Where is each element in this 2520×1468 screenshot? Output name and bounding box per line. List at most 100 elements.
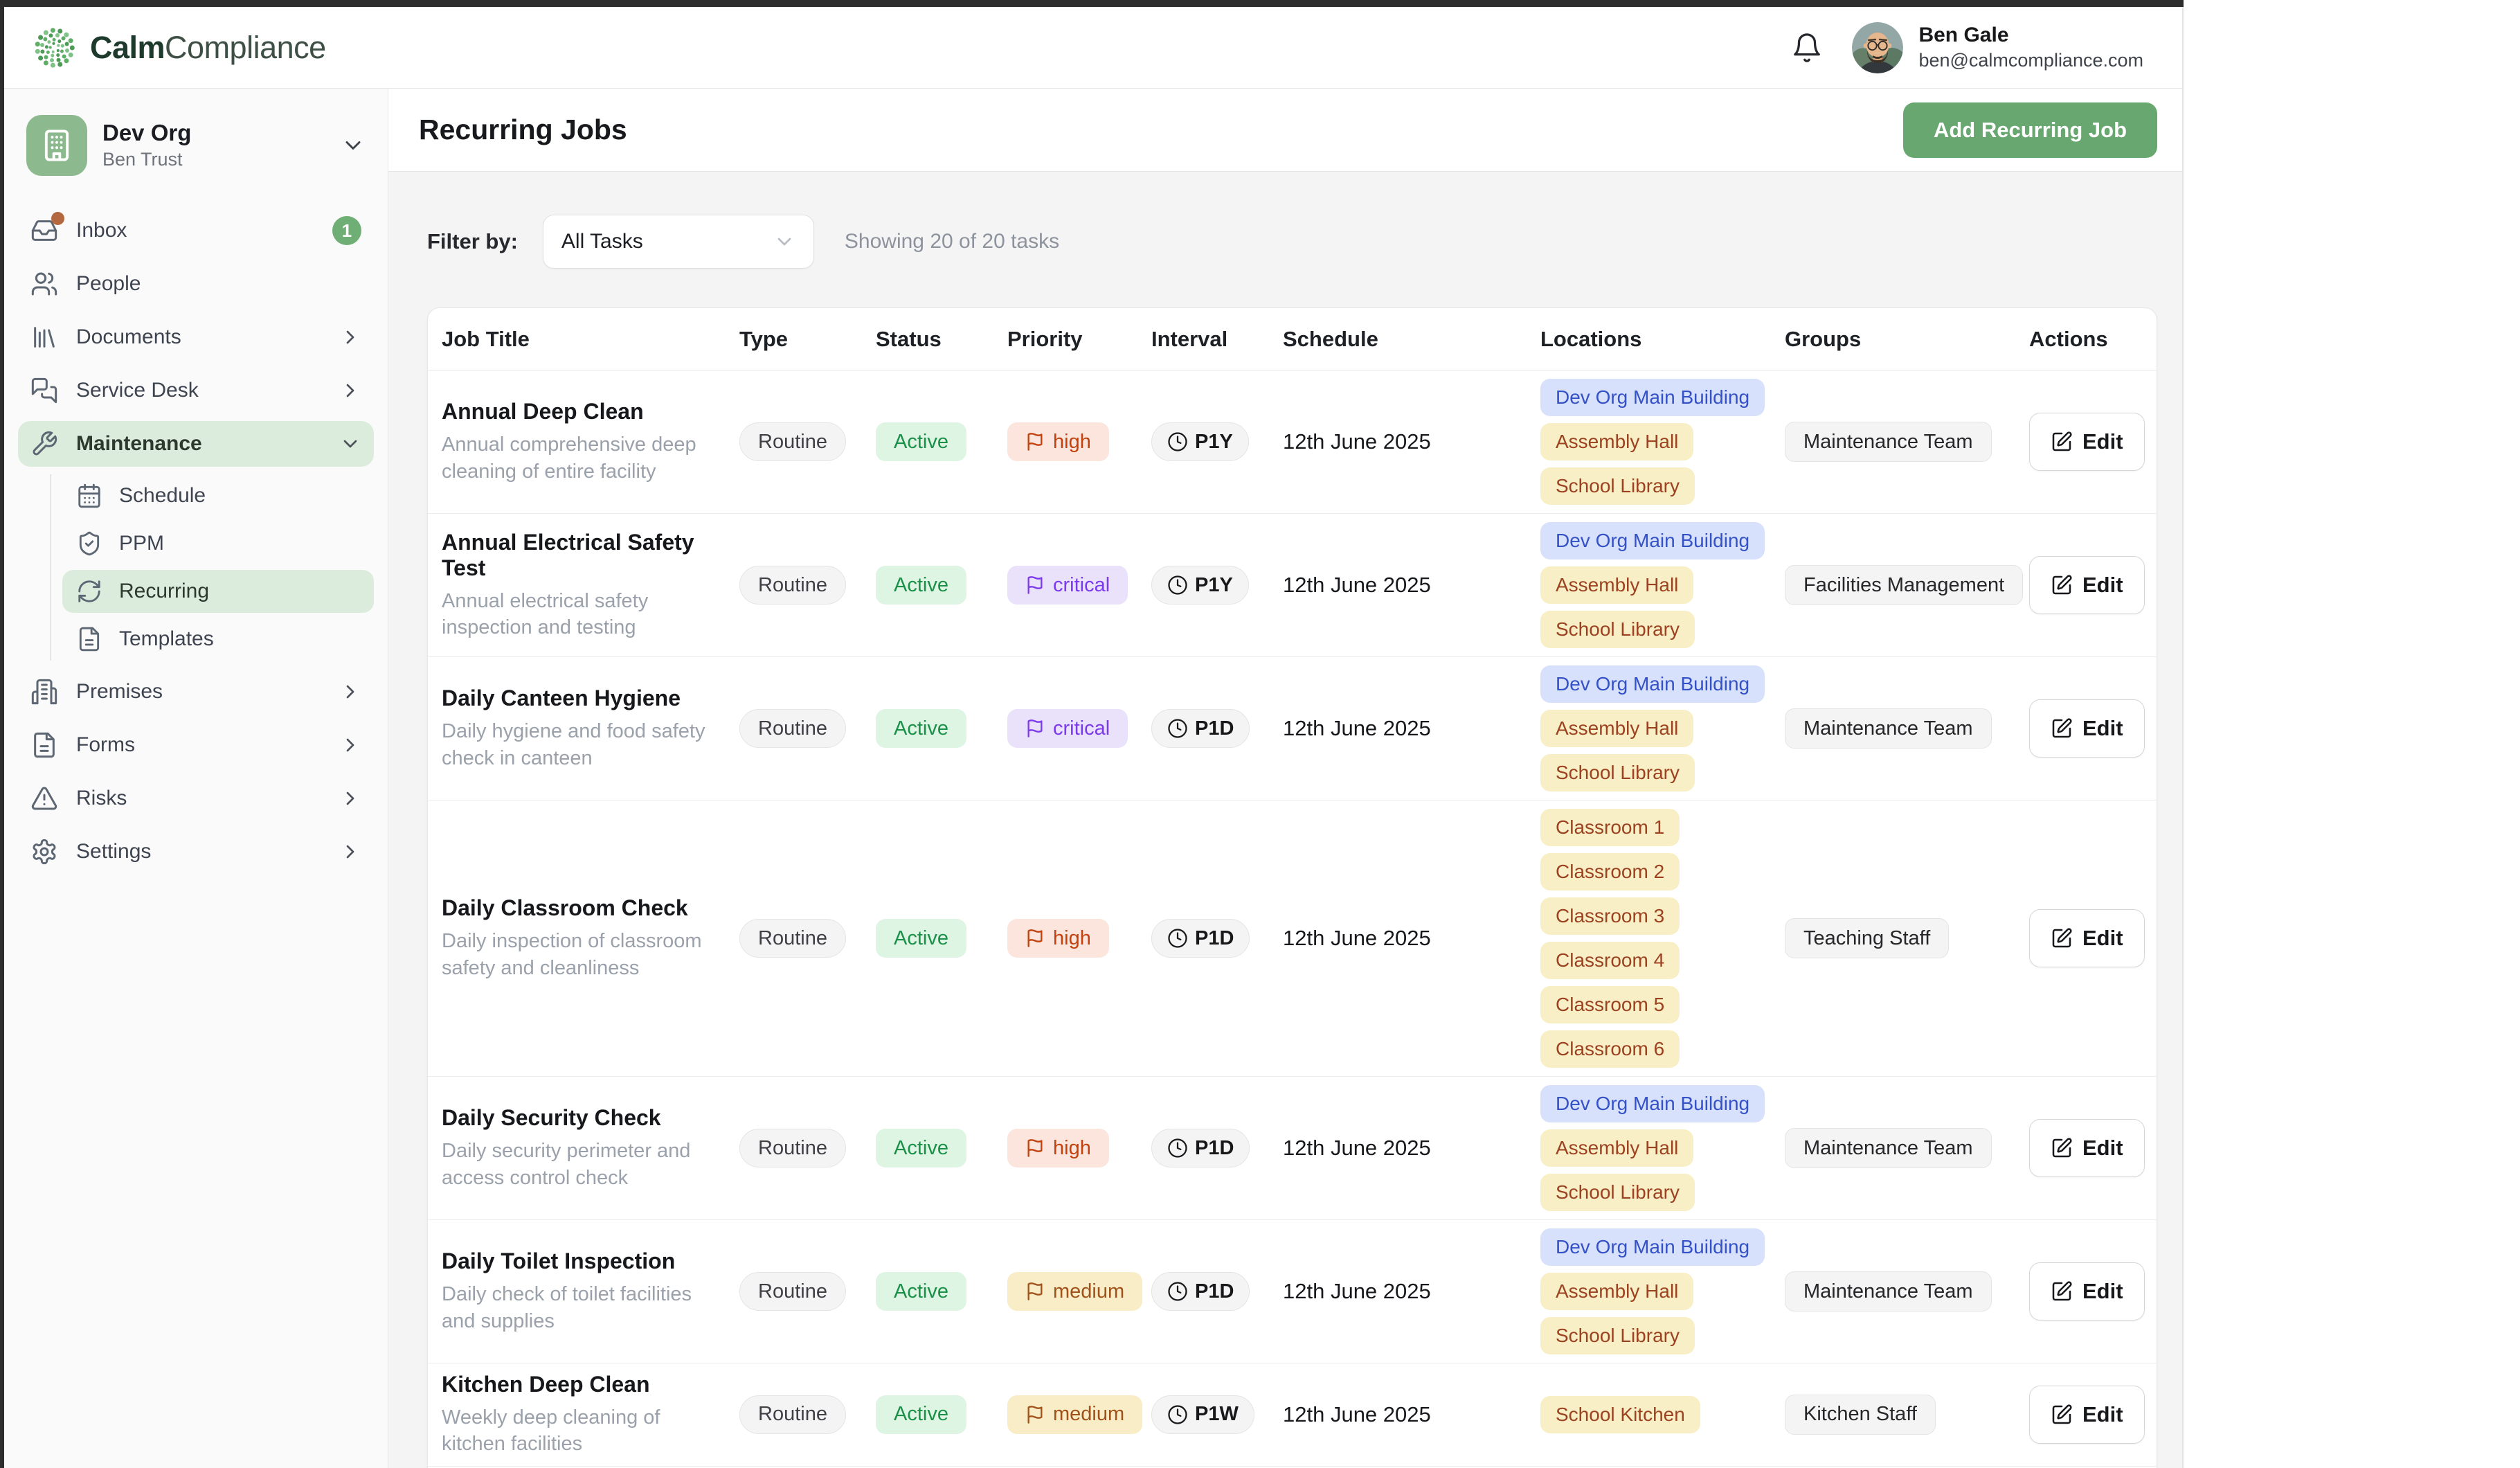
main-area: Recurring Jobs Add Recurring Job Filter … [388, 89, 2182, 1468]
table-body: Annual Deep CleanAnnual comprehensive de… [428, 370, 2157, 1468]
job-title: Annual Electrical Safety Test [442, 530, 739, 581]
group-chip: Kitchen Staff [1785, 1395, 1936, 1435]
location-chip: Classroom 1 [1540, 809, 1680, 846]
table-row: Kitchen Deep CleanWeekly deep cleaning o… [428, 1363, 2157, 1467]
brand-name: CalmCompliance [90, 30, 326, 66]
task-filter-select[interactable]: All Tasks [543, 215, 814, 269]
job-description: Weekly deep cleaning of kitchen faciliti… [442, 1404, 726, 1458]
edit-button[interactable]: Edit [2029, 556, 2145, 614]
edit-button[interactable]: Edit [2029, 1386, 2145, 1444]
type-badge: Routine [739, 1272, 846, 1311]
edit-button[interactable]: Edit [2029, 1119, 2145, 1177]
sidebar-item-ppm[interactable]: PPM [62, 522, 374, 565]
table-row: Annual Electrical Safety TestAnnual elec… [428, 514, 2157, 657]
people-icon [30, 270, 58, 298]
locations-cell: Dev Org Main BuildingAssembly HallSchool… [1540, 522, 1785, 648]
sidebar-item-people[interactable]: People [18, 261, 374, 307]
location-chip: Dev Org Main Building [1540, 1228, 1765, 1266]
interval-badge: P1D [1151, 1129, 1250, 1167]
settings-icon [30, 838, 58, 866]
locations-cell: Classroom 1Classroom 2Classroom 3Classro… [1540, 809, 1785, 1068]
actions-cell: Edit [2029, 1262, 2145, 1321]
edit-button[interactable]: Edit [2029, 699, 2145, 758]
sidebar-item-label: Premises [76, 680, 163, 704]
sidebar-item-inbox[interactable]: Inbox1 [18, 208, 374, 253]
priority-badge: high [1007, 919, 1109, 958]
table-row: Daily Toilet InspectionDaily check of to… [428, 1220, 2157, 1363]
schedule-date: 12th June 2025 [1283, 1279, 1540, 1304]
priority-badge: high [1007, 422, 1109, 461]
edit-icon [2051, 1404, 2073, 1426]
org-info: Dev Org Ben Trust [102, 120, 191, 170]
job-cell: Daily Canteen HygieneDaily hygiene and f… [442, 686, 739, 771]
sidebar-item-settings[interactable]: Settings [18, 829, 374, 875]
chevron-down-icon [339, 433, 361, 455]
group-chip: Maintenance Team [1785, 1128, 1992, 1168]
schedule-date: 12th June 2025 [1283, 1136, 1540, 1161]
sidebar-item-label: Service Desk [76, 379, 199, 402]
groups-cell: Maintenance Team [1785, 1271, 2029, 1312]
edit-button[interactable]: Edit [2029, 413, 2145, 471]
sidebar-item-label: Templates [119, 627, 214, 651]
actions-cell: Edit [2029, 413, 2145, 471]
groups-cell: Maintenance Team [1785, 708, 2029, 749]
sidebar: Dev Org Ben Trust Inbox1 People Documents S… [4, 89, 388, 1468]
job-title: Daily Canteen Hygiene [442, 686, 739, 711]
page-title: Recurring Jobs [419, 114, 627, 146]
sidebar-item-service-desk[interactable]: Service Desk [18, 368, 374, 413]
add-recurring-job-button[interactable]: Add Recurring Job [1903, 102, 2157, 158]
type-badge: Routine [739, 566, 846, 605]
sidebar-item-risks[interactable]: Risks [18, 776, 374, 821]
locations-cell: Dev Org Main BuildingAssembly HallSchool… [1540, 1085, 1785, 1211]
sidebar-item-forms[interactable]: Forms [18, 722, 374, 768]
sidebar-item-recurring[interactable]: Recurring [62, 570, 374, 613]
groups-cell: Kitchen Staff [1785, 1395, 2029, 1435]
sidebar-item-schedule[interactable]: Schedule [62, 474, 374, 517]
edit-button[interactable]: Edit [2029, 909, 2145, 967]
edit-icon [2051, 1137, 2073, 1159]
column-header-job-title: Job Title [442, 327, 739, 352]
org-subtitle: Ben Trust [102, 149, 191, 170]
location-chip: Assembly Hall [1540, 1129, 1693, 1167]
sidebar-nav: Inbox1 People Documents Service Desk Mainten… [18, 208, 374, 875]
brand-logo-icon [30, 24, 79, 72]
locations-cell: Dev Org Main BuildingAssembly HallSchool… [1540, 379, 1785, 505]
page-header: Recurring Jobs Add Recurring Job [388, 89, 2182, 172]
brand-name-bold: Calm [90, 30, 165, 65]
bell-icon [1791, 32, 1823, 64]
window-frame-top [0, 0, 2184, 7]
results-summary: Showing 20 of 20 tasks [845, 230, 1059, 253]
clock-icon [1167, 431, 1188, 452]
chevron-down-icon [341, 133, 366, 158]
job-title: Daily Toilet Inspection [442, 1248, 739, 1274]
org-avatar [26, 115, 87, 176]
flag-icon [1025, 719, 1045, 738]
sidebar-item-templates[interactable]: Templates [62, 618, 374, 661]
sidebar-item-premises[interactable]: Premises [18, 669, 374, 715]
column-header-status: Status [876, 327, 1007, 352]
org-switcher[interactable]: Dev Org Ben Trust [18, 104, 374, 187]
app-window: CalmCompliance [4, 7, 2184, 1468]
flag-icon [1025, 929, 1045, 948]
location-chip: Dev Org Main Building [1540, 522, 1765, 560]
user-menu[interactable]: Ben Gale ben@calmcompliance.com [1852, 22, 2143, 73]
location-chip: Classroom 5 [1540, 986, 1680, 1023]
location-chip: Dev Org Main Building [1540, 1085, 1765, 1122]
edit-button[interactable]: Edit [2029, 1262, 2145, 1321]
flag-icon [1025, 432, 1045, 451]
groups-cell: Facilities Management [1785, 565, 2029, 605]
top-bar: CalmCompliance [4, 7, 2182, 89]
clock-icon [1167, 718, 1188, 739]
job-cell: Annual Electrical Safety TestAnnual elec… [442, 530, 739, 641]
priority-badge: medium [1007, 1272, 1142, 1311]
notifications-button[interactable] [1791, 32, 1823, 64]
chevron-right-icon [339, 841, 361, 863]
table-row: Annual Deep CleanAnnual comprehensive de… [428, 370, 2157, 514]
sidebar-item-documents[interactable]: Documents [18, 314, 374, 360]
topbar-right: Ben Gale ben@calmcompliance.com [1791, 22, 2143, 73]
interval-badge: P1W [1151, 1395, 1254, 1434]
locations-cell: School Kitchen [1540, 1396, 1785, 1433]
schedule-date: 12th June 2025 [1283, 716, 1540, 741]
priority-badge: critical [1007, 709, 1128, 748]
sidebar-item-maintenance[interactable]: Maintenance [18, 421, 374, 467]
